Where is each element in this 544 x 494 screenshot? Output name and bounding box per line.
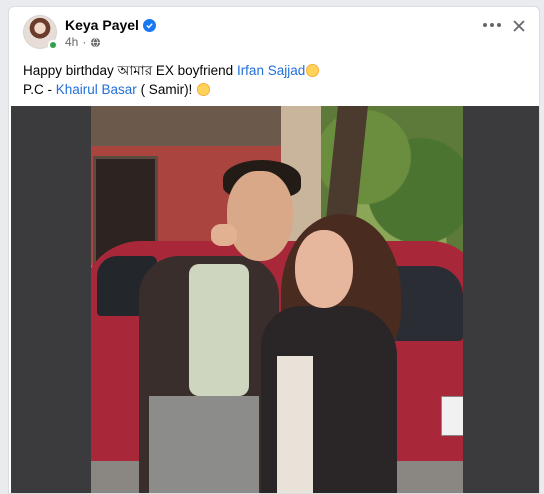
caption-line2-prefix: P.C - bbox=[23, 82, 56, 97]
tag-irfan-sajjad[interactable]: Irfan Sajjad bbox=[237, 63, 305, 78]
caption-line-1: Happy birthday আমার EX boyfriend Irfan S… bbox=[23, 61, 320, 80]
laughing-face-emoji-icon bbox=[197, 83, 211, 96]
photo-license-plate bbox=[441, 396, 463, 436]
verified-badge-icon bbox=[142, 18, 156, 32]
tag-khairul-basar[interactable]: Khairul Basar bbox=[56, 82, 137, 97]
author-name[interactable]: Keya Payel bbox=[65, 17, 139, 33]
caption-line-2: P.C - Khairul Basar ( Samir)! bbox=[23, 80, 319, 99]
separator-dot: · bbox=[82, 35, 87, 49]
close-icon[interactable] bbox=[512, 19, 526, 33]
photo-woman-hand bbox=[211, 224, 237, 246]
post-caption: Happy birthday আমার EX boyfriend Irfan S… bbox=[23, 61, 320, 99]
more-options-icon[interactable] bbox=[483, 23, 501, 29]
post-meta: 4h · bbox=[65, 35, 101, 49]
caption-line2-suffix: ( Samir)! bbox=[136, 82, 193, 97]
online-status-icon bbox=[48, 40, 58, 50]
photo-woman-face bbox=[295, 230, 353, 308]
photo-man-face bbox=[227, 171, 293, 261]
photo-man-shirt bbox=[189, 264, 249, 396]
photo-woman-scarf bbox=[277, 356, 313, 493]
post-card: Keya Payel 4h · Happy birthday আমার EX b… bbox=[8, 6, 540, 494]
sad-face-emoji-icon bbox=[306, 64, 320, 77]
author-row: Keya Payel bbox=[65, 17, 156, 33]
photo-man-pants bbox=[149, 396, 259, 493]
caption-text: Happy birthday আমার EX boyfriend bbox=[23, 63, 237, 78]
globe-icon[interactable] bbox=[90, 37, 101, 48]
post-photo[interactable] bbox=[91, 106, 463, 493]
post-timestamp[interactable]: 4h bbox=[65, 35, 78, 49]
photo-frame bbox=[11, 106, 539, 493]
